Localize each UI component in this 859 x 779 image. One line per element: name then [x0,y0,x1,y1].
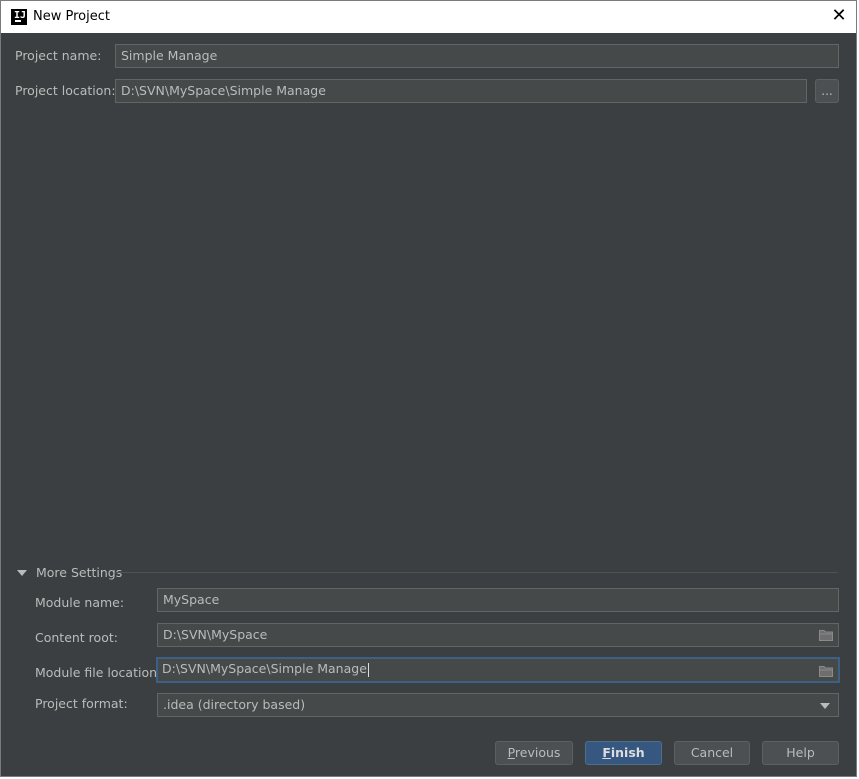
finish-mnemonic: F [602,745,611,760]
intellij-icon: IJ [11,9,27,25]
content-root-field[interactable]: D:\SVN\MySpace [157,623,839,647]
help-button[interactable]: Help [762,741,839,765]
close-icon[interactable]: ✕ [830,7,848,25]
previous-mnemonic: P [507,745,515,760]
finish-label: inish [610,745,645,760]
project-name-input[interactable]: Simple Manage [115,44,839,68]
dialog-content: Project name: Simple Manage Project loca… [1,33,856,776]
module-file-location-value: D:\SVN\MySpace\Simple Manage [162,661,367,676]
finish-button[interactable]: Finish [585,741,662,765]
window-title: New Project [33,9,110,24]
project-format-label: Project format: [35,696,128,711]
folder-icon[interactable] [819,665,833,677]
content-root-label: Content root: [35,630,118,645]
module-file-location-label: Module file location: [35,665,162,680]
chevron-down-icon [820,703,830,709]
project-location-input[interactable]: D:\SVN\MySpace\Simple Manage [115,79,807,103]
module-name-label: Module name: [35,595,125,610]
new-project-dialog: IJ New Project ✕ Project name: Simple Ma… [0,0,857,777]
project-format-select[interactable]: .idea (directory based) [157,693,839,717]
more-settings-title[interactable]: More Settings [36,565,122,581]
title-bar[interactable]: IJ New Project ✕ [1,1,856,33]
browse-location-button[interactable]: ... [815,79,839,103]
module-name-input[interactable]: MySpace [157,588,839,612]
text-caret [367,662,369,677]
cancel-button[interactable]: Cancel [674,741,750,765]
section-divider [115,572,838,573]
project-format-value: .idea (directory based) [163,697,306,712]
content-root-value: D:\SVN\MySpace [163,627,268,642]
triangle-down-icon[interactable] [17,570,27,576]
folder-icon[interactable] [819,629,833,641]
module-file-location-field[interactable]: D:\SVN\MySpace\Simple Manage [156,657,840,683]
previous-button[interactable]: Previous [495,741,573,765]
previous-label: revious [514,745,561,760]
project-name-label: Project name: [15,48,102,63]
project-location-label: Project location: [15,83,116,98]
